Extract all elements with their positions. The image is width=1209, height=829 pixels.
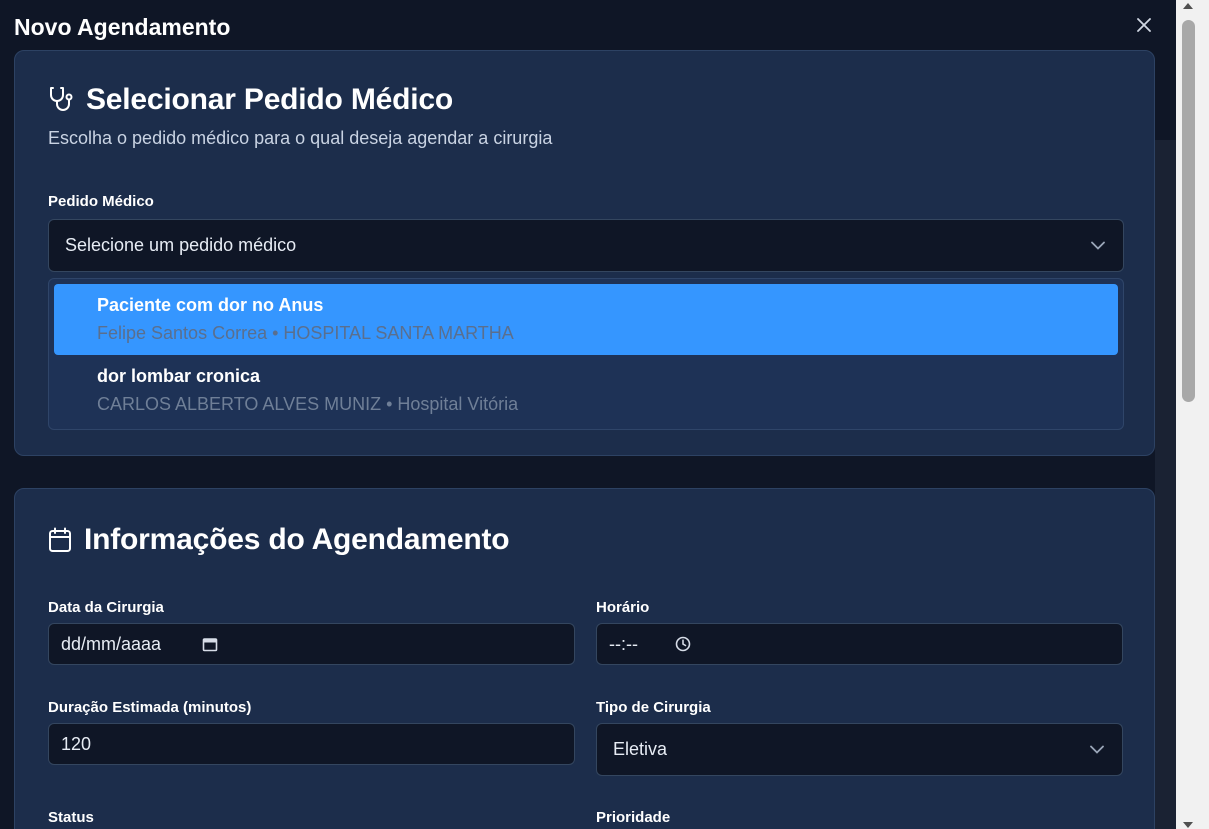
surgery-type-label: Tipo de Cirurgia — [596, 699, 711, 716]
order-option-subtitle: Felipe Santos Correa • HOSPITAL SANTA MA… — [97, 323, 514, 343]
time-input[interactable]: --:-- — [596, 623, 1123, 665]
schedule-info-title: Informações do Agendamento — [84, 523, 510, 556]
select-order-card: Selecionar Pedido Médico Escolha o pedid… — [14, 50, 1155, 456]
select-order-title: Selecionar Pedido Médico — [86, 83, 453, 116]
priority-label: Prioridade — [596, 809, 671, 826]
date-label: Data da Cirurgia — [48, 599, 164, 616]
order-select[interactable]: Selecione um pedido médico — [48, 219, 1124, 272]
order-select-placeholder: Selecione um pedido médico — [65, 235, 297, 255]
time-label: Horário — [596, 599, 650, 616]
surgery-type-select[interactable]: Eletiva — [596, 723, 1123, 776]
close-icon — [1137, 18, 1151, 32]
scroll-down-arrow-icon[interactable] — [1183, 822, 1193, 828]
chevron-down-icon — [1090, 745, 1104, 754]
scrollbar-thumb[interactable] — [1182, 20, 1195, 402]
order-option-subtitle: CARLOS ALBERTO ALVES MUNIZ • Hospital Vi… — [97, 394, 519, 414]
status-label: Status — [48, 809, 94, 826]
order-dropdown-list: Paciente com dor no Anus Felipe Santos C… — [48, 278, 1124, 430]
date-input-value: dd/mm/aaaa — [61, 633, 162, 654]
scroll-up-arrow-icon[interactable] — [1183, 3, 1193, 9]
schedule-info-card: Informações do Agendamento Data da Cirur… — [14, 488, 1155, 829]
calendar-picker-icon[interactable] — [202, 636, 218, 652]
order-field-label: Pedido Médico — [48, 193, 154, 210]
chevron-down-icon — [1091, 241, 1105, 250]
background-page-peek — [1155, 140, 1176, 829]
clock-icon[interactable] — [675, 636, 691, 652]
select-order-subtitle: Escolha o pedido médico para o qual dese… — [48, 128, 553, 148]
order-option-2[interactable]: dor lombar cronica CARLOS ALBERTO ALVES … — [54, 355, 1118, 426]
surgery-type-value: Eletiva — [613, 739, 668, 759]
duration-input[interactable]: 120 — [48, 723, 575, 765]
schedule-info-header: Informações do Agendamento — [48, 523, 510, 557]
order-option-1[interactable]: Paciente com dor no Anus Felipe Santos C… — [54, 284, 1118, 355]
calendar-icon — [49, 527, 71, 552]
order-option-title: Paciente com dor no Anus — [97, 295, 324, 315]
select-order-header: Selecionar Pedido Médico — [48, 83, 453, 117]
stethoscope-icon — [50, 87, 73, 111]
duration-input-value: 120 — [61, 733, 92, 754]
close-button[interactable] — [1133, 14, 1155, 36]
date-input[interactable]: dd/mm/aaaa — [48, 623, 575, 665]
order-option-title: dor lombar cronica — [97, 366, 261, 386]
time-input-value: --:-- — [609, 633, 638, 654]
duration-label: Duração Estimada (minutos) — [48, 699, 252, 716]
modal-title: Novo Agendamento — [14, 14, 231, 40]
